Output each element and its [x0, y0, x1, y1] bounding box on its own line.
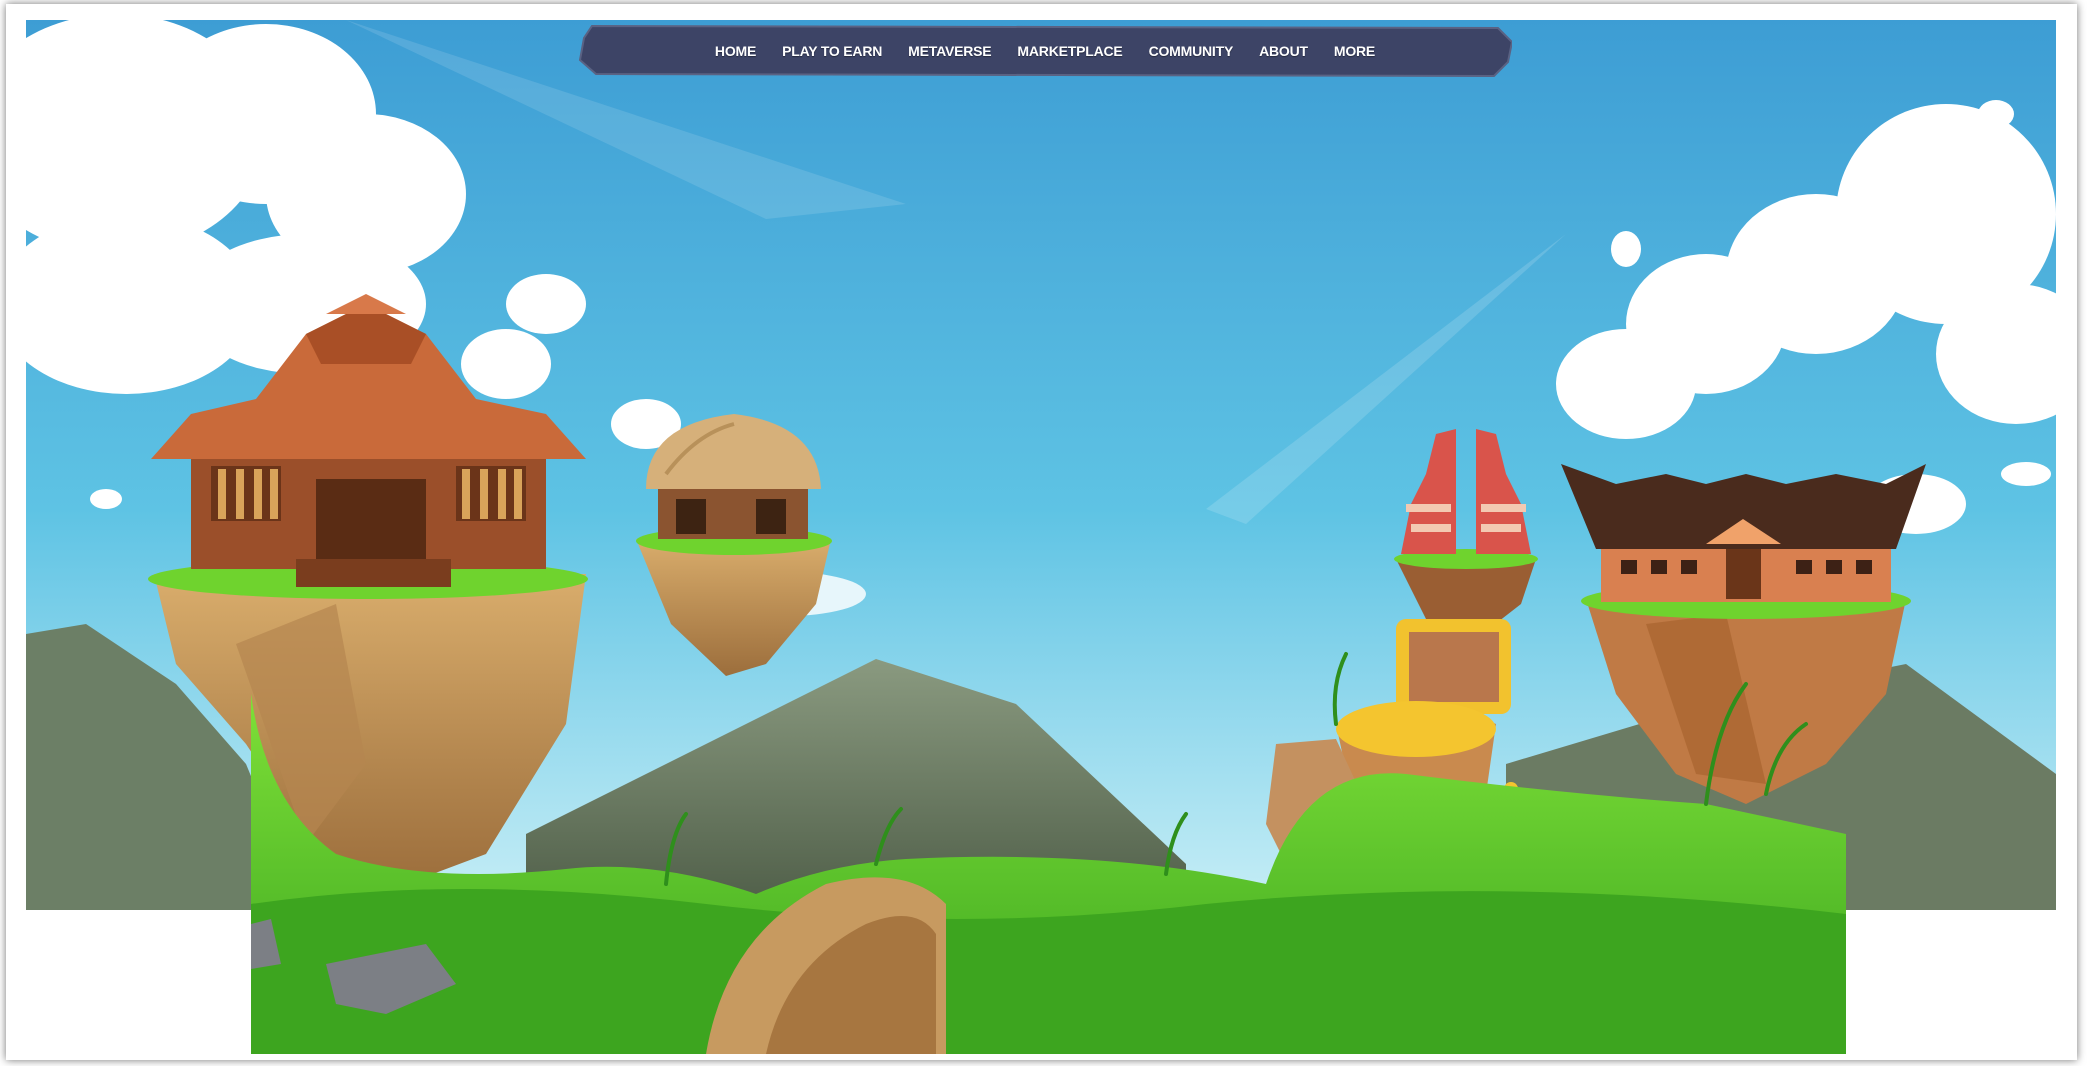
nav-play-to-earn[interactable]: PLAY TO EARN: [782, 43, 882, 59]
main-nav: HOME PLAY TO EARN METAVERSE MARKETPLACE …: [578, 24, 1512, 78]
nav-about[interactable]: ABOUT: [1259, 43, 1308, 59]
nav-more[interactable]: MORE: [1334, 43, 1375, 59]
nav-marketplace[interactable]: MARKETPLACE: [1017, 43, 1122, 59]
page-frame: HOME PLAY TO EARN METAVERSE MARKETPLACE …: [6, 4, 2077, 1060]
nav-community[interactable]: COMMUNITY: [1149, 43, 1234, 59]
nav-metaverse[interactable]: METAVERSE: [908, 43, 991, 59]
hero-scene: [6, 4, 2077, 1060]
nav-home[interactable]: HOME: [715, 43, 756, 59]
